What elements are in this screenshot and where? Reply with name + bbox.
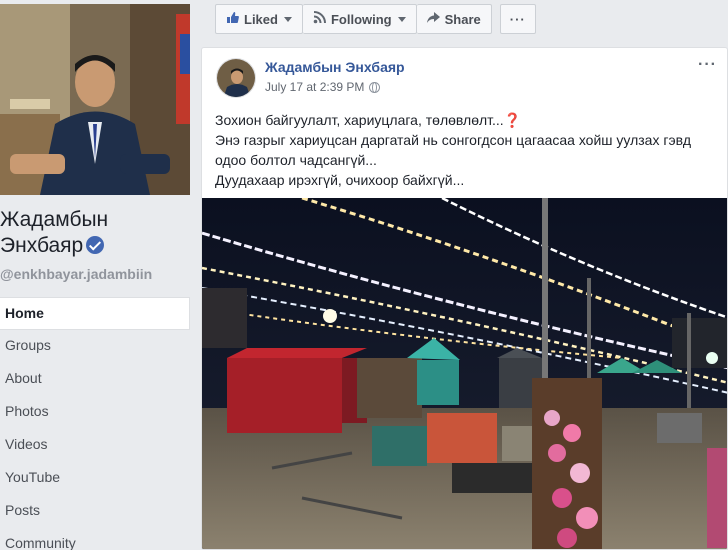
left-column: Жадамбын Энхбаяр @enkhbayar.jadambiin Ho… <box>0 0 192 550</box>
following-button[interactable]: Following <box>302 4 417 34</box>
post-text: Зохион байгуулалт, хариуцлага, төлөвлөлт… <box>215 110 720 190</box>
chevron-down-icon <box>283 16 292 22</box>
page-nav: Home Groups About Photos Videos YouTube … <box>0 297 190 550</box>
post-line-2: Энэ газрыг хариуцсан даргатай нь сонгогд… <box>215 132 692 148</box>
verified-check-icon <box>86 236 105 254</box>
nav-item-videos[interactable]: Videos <box>0 429 190 462</box>
question-mark-emoji: ❓ <box>503 112 522 128</box>
profile-photo[interactable] <box>0 4 190 195</box>
nav-item-groups[interactable]: Groups <box>0 330 190 363</box>
post-timestamp[interactable]: July 17 at 2:39 PM <box>265 80 364 94</box>
post-line-3: одоо болтол чадсангүй... <box>215 152 377 168</box>
nav-item-posts[interactable]: Posts <box>0 495 190 528</box>
nav-item-youtube[interactable]: YouTube <box>0 462 190 495</box>
author-avatar[interactable] <box>216 58 256 98</box>
share-button[interactable]: Share <box>416 4 492 34</box>
post-author[interactable]: Жадамбын Энхбаяр <box>265 59 405 75</box>
post-line-4: Дуудахаар ирэхгүй, очихоор байхгүй... <box>215 172 465 188</box>
globe-icon[interactable] <box>369 81 381 93</box>
page-action-bar: Liked Following Share ··· <box>215 4 536 34</box>
post-meta: July 17 at 2:39 PM <box>265 80 381 94</box>
liked-button[interactable]: Liked <box>215 4 303 34</box>
post-card: Жадамбын Энхбаяр July 17 at 2:39 PM ··· … <box>201 47 728 550</box>
following-label: Following <box>330 11 392 27</box>
share-label: Share <box>444 11 481 27</box>
post-options-button[interactable]: ··· <box>698 56 717 74</box>
profile-photo-image <box>0 4 190 195</box>
nav-item-about[interactable]: About <box>0 363 190 396</box>
chevron-down-icon <box>397 16 406 22</box>
nav-item-home[interactable]: Home <box>0 297 190 330</box>
post-photo[interactable] <box>202 198 727 549</box>
more-options-button[interactable]: ··· <box>499 4 536 34</box>
night-market-photo <box>202 198 727 549</box>
liked-label: Liked <box>244 11 278 27</box>
rss-icon <box>313 11 326 27</box>
nav-item-photos[interactable]: Photos <box>0 396 190 429</box>
page-title[interactable]: Жадамбын Энхбаяр <box>0 207 190 259</box>
share-arrow-icon <box>426 11 440 27</box>
post-line-1: Зохион байгуулалт, хариуцлага, төлөвлөлт… <box>215 112 504 128</box>
thumbs-up-icon <box>226 11 239 27</box>
nav-item-community[interactable]: Community <box>0 528 190 550</box>
page-handle[interactable]: @enkhbayar.jadambiin <box>0 266 152 282</box>
